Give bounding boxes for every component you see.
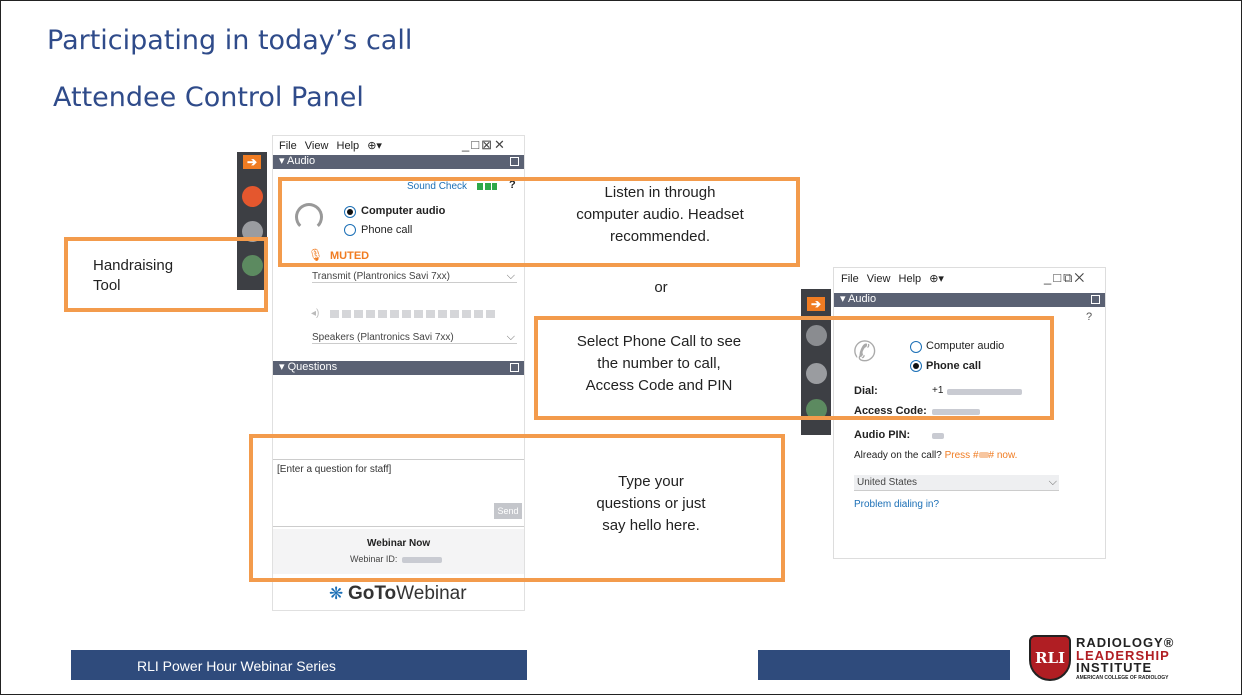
audio-pin-redacted [932,433,944,439]
collapse-triangle-icon: ▾ [279,361,288,373]
right-menubar: File View Help ⊕▾ [841,272,949,285]
already-on-call-label: Already on the call? [854,450,942,461]
menu-help[interactable]: Help [337,140,360,152]
speakers-device-select[interactable]: Speakers (Plantronics Savi 7xx) ⌵ [312,331,517,344]
transmit-device-value: Transmit (Plantronics Savi 7xx) [312,271,450,282]
handraising-line-1: Handraising [93,257,174,274]
press-text: Press # [944,450,979,461]
speaker-volume-icon: ◂) [311,308,320,319]
type-line-3: say hello here. [602,517,700,534]
volume-meter [330,310,495,318]
collapse-arrow-button[interactable]: ➔ [807,297,825,311]
brand-webinar: Webinar [396,583,467,604]
press-suffix: # now. [988,450,1018,461]
phone-line-2: the number to call, [597,355,721,372]
questions-section-label: Questions [287,361,338,373]
popout-icon[interactable] [510,157,519,166]
help-icon[interactable]: ? [1086,311,1092,323]
collapse-triangle-icon: ▾ [840,293,848,305]
or-text: or [654,279,668,296]
type-line-1: Type your [618,473,684,490]
collapse-arrow-button[interactable]: ➔ [243,155,261,169]
chevron-down-icon: ⌵ [506,331,515,343]
menu-help[interactable]: Help [899,273,922,285]
country-select[interactable]: United States ⌵ [854,475,1059,491]
handraising-line-2: Tool [93,277,121,294]
footer-bar-right [758,650,1010,680]
type-line-2: questions or just [596,495,706,512]
globe-icon[interactable]: ⊕▾ [367,140,382,152]
menu-file[interactable]: File [279,140,297,152]
problem-dialing-link[interactable]: Problem dialing in? [854,499,939,510]
menu-file[interactable]: File [841,273,859,285]
microphone-icon[interactable] [242,186,263,207]
listen-line-3: recommended. [609,228,711,245]
left-window-controls[interactable]: _□⊠✕ [462,137,507,153]
listen-line-1: Listen in through [604,184,716,201]
slide-subtitle: Attendee Control Panel [53,82,364,113]
globe-icon[interactable]: ⊕▾ [929,273,944,285]
phone-line-1: Select Phone Call to see [576,333,742,350]
questions-section-header[interactable]: ▾ Questions [273,361,524,375]
listen-line-2: computer audio. Headset [576,206,744,223]
phone-call-callout-text: Select Phone Call to see the number to c… [546,331,772,397]
flower-logo-icon: ❋ [329,584,348,603]
audio-section-header[interactable]: ▾ Audio [834,293,1105,307]
audio-section-label: Audio [847,293,877,305]
shield-icon: RLI [1029,635,1071,681]
popout-icon[interactable] [510,363,519,372]
audio-section-header[interactable]: ▾ Audio [273,155,524,169]
questions-callout-text: Type your questions or just say hello he… [561,471,741,537]
menu-view[interactable]: View [305,140,329,152]
audio-pin-label: Audio PIN: [854,429,911,441]
gotowebinar-logo: ❋ GoToWebinar [329,583,467,605]
brand-goto: GoTo [347,583,397,604]
audio-section-label: Audio [286,155,316,167]
transmit-device-select[interactable]: Transmit (Plantronics Savi 7xx) ⌵ [312,270,517,283]
phone-line-3: Access Code and PIN [585,377,733,394]
pin-redacted [978,452,989,459]
footer-series-text: RLI Power Hour Webinar Series [137,658,336,674]
logo-line-4: AMERICAN COLLEGE OF RADIOLOGY [1076,675,1169,681]
right-window-controls[interactable]: _□⧉✕ [1044,270,1086,286]
country-value: United States [857,477,918,488]
listen-callout-text: Listen in through computer audio. Headse… [540,182,780,248]
handraising-callout-text: Handraising Tool [93,256,173,296]
menu-view[interactable]: View [867,273,891,285]
rli-logo: RLI RADIOLOGY® LEADERSHIP INSTITUTE AMER… [1029,635,1199,685]
popout-icon[interactable] [1091,295,1100,304]
chevron-down-icon: ⌵ [1048,476,1057,488]
slide: Participating in today’s call Attendee C… [0,0,1242,695]
slide-title: Participating in today’s call [47,25,413,56]
already-on-call-text: Already on the call? Press # # now. [854,450,1017,461]
logo-line-3: INSTITUTE [1076,660,1153,675]
left-menubar: File View Help ⊕▾ [279,139,387,152]
collapse-triangle-icon: ▾ [279,155,287,167]
chevron-down-icon: ⌵ [506,270,515,282]
speakers-device-value: Speakers (Plantronics Savi 7xx) [312,332,454,343]
